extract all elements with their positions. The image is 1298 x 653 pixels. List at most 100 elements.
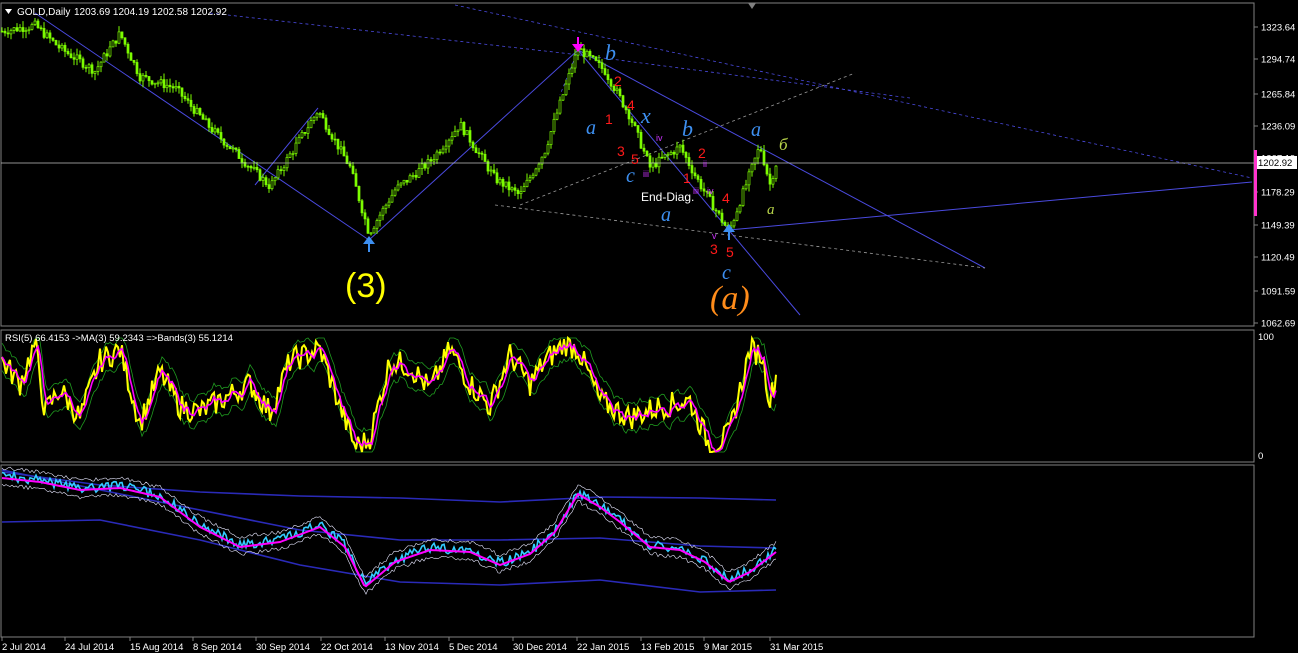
candle-body: [237, 149, 241, 159]
candle-body: [249, 165, 253, 169]
wave-number: 1: [683, 170, 691, 186]
candle-body: [543, 152, 547, 158]
arrow-up-icon: [363, 236, 375, 252]
candle-body: [693, 172, 697, 177]
candle-body: [768, 173, 772, 185]
candle-body: [702, 188, 706, 192]
candle-body: [642, 147, 646, 152]
candle-body: [561, 94, 565, 101]
candle-body: [456, 129, 460, 132]
candle-body: [159, 79, 163, 84]
candle-body: [549, 131, 553, 145]
trendline: [577, 49, 986, 269]
date-tick-label: 30 Sep 2014: [256, 642, 310, 653]
wave-number: 3: [710, 241, 718, 257]
candle-body: [534, 168, 538, 176]
wave-number: 2: [614, 73, 622, 89]
wave-a-label: (a): [710, 280, 750, 317]
candle-body: [516, 190, 520, 195]
candle-body: [537, 163, 541, 170]
wave-label-a: a: [586, 117, 596, 139]
candle-body: [432, 159, 436, 162]
subwave-label: iv: [656, 133, 663, 143]
candle-body: [747, 171, 751, 186]
candle-body: [660, 156, 664, 159]
candle-body: [0, 30, 4, 33]
candle-body: [3, 30, 7, 34]
candle-body: [360, 200, 364, 214]
trendline-dashed: [209, 12, 581, 56]
candle-body: [552, 118, 556, 132]
candle-body: [435, 151, 439, 160]
candle-body: [744, 184, 748, 190]
candle-body: [648, 155, 652, 168]
candle-body: [498, 178, 502, 184]
candle-body: [681, 144, 685, 153]
candle-body: [315, 113, 319, 118]
trendline-dashed: [579, 54, 911, 99]
trendline-dashed: [454, 4, 1253, 179]
candle-body: [276, 169, 280, 179]
candle-body: [573, 54, 577, 69]
menu-dropdown-icon[interactable]: [5, 9, 12, 14]
candle-body: [135, 62, 139, 74]
candle-body: [93, 71, 97, 74]
candle-body: [723, 221, 727, 226]
date-axis: 2 Jul 2014 24 Jul 2014 15 Aug 2014 8 Sep 20…: [1, 637, 823, 653]
candle-body: [750, 163, 754, 173]
candle-body: [483, 153, 487, 162]
candle-body: [489, 169, 493, 172]
candle-body: [390, 194, 394, 203]
date-tick-label: 8 Sep 2014: [193, 642, 242, 653]
candle-body: [279, 169, 283, 172]
candle-body: [519, 191, 523, 195]
candle-body: [444, 145, 448, 150]
candle-body: [510, 187, 514, 191]
candle-body: [117, 31, 121, 44]
candle-body: [393, 189, 397, 196]
candle-body: [594, 56, 598, 61]
candle-body: [291, 153, 295, 155]
candle-body: [300, 131, 304, 138]
candle-body: [564, 83, 568, 96]
candle-body: [141, 74, 145, 82]
price-axis: 1323.641294.741265.841236.091207.191178.…: [1254, 23, 1295, 330]
candle-body: [195, 107, 199, 114]
candle-body: [261, 177, 265, 181]
candle-body: [150, 80, 154, 85]
scroll-marker-icon[interactable]: [748, 3, 756, 9]
candle-body: [600, 62, 604, 69]
candle-body: [459, 122, 463, 131]
date-tick-label: 24 Jul 2014: [65, 642, 114, 653]
candle-body: [327, 128, 331, 135]
candle-body: [339, 146, 343, 150]
candle-body: [585, 50, 589, 58]
wave-number: 1: [605, 111, 613, 127]
candle-body: [246, 165, 250, 168]
date-tick-label: 13 Feb 2015: [641, 642, 694, 653]
candle-body: [258, 169, 262, 181]
rsi-legend: RSI(5) 66.4153 ->MA(3) 59.2343 =>Bands(3…: [5, 333, 233, 344]
candle-body: [333, 138, 337, 141]
candle-body: [657, 156, 661, 168]
candle-body: [417, 168, 421, 178]
candle-body: [462, 122, 466, 136]
price-tick-label: 1265.84: [1261, 90, 1295, 101]
candle-body: [465, 130, 469, 136]
candle-body: [288, 153, 292, 158]
candle-body: [759, 149, 763, 152]
candle-body: [447, 139, 451, 147]
candle-body: [630, 118, 634, 123]
candle-body: [351, 165, 355, 174]
candle-body: [336, 138, 340, 150]
ohlc-readout: 1203.69 1204.19 1202.58 1202.92: [74, 7, 227, 18]
candle-body: [45, 32, 49, 38]
candle-body: [741, 188, 745, 206]
candle-body: [474, 147, 478, 154]
candle-body: [102, 53, 106, 63]
candle-body: [738, 205, 742, 213]
candle-body: [48, 32, 52, 39]
wave-number: 5: [726, 244, 734, 260]
candle-body: [72, 57, 76, 60]
candle-body: [429, 159, 433, 162]
